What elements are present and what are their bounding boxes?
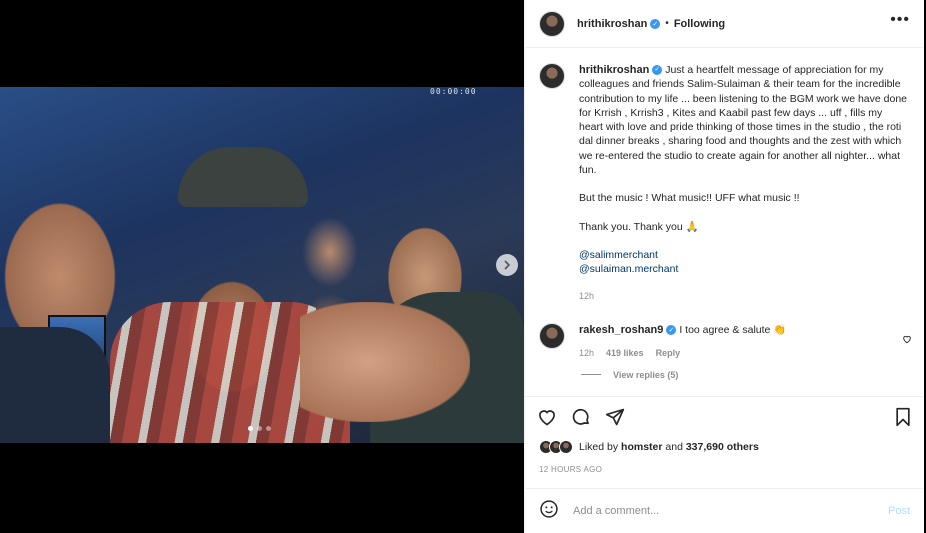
emoji-icon[interactable] <box>539 499 559 524</box>
likes-connector: and <box>665 441 683 453</box>
likes-others[interactable]: 337,690 others <box>686 441 759 453</box>
comment-text: I too agree & salute 👏 <box>679 323 787 336</box>
likes-summary: Liked by homster and 337,690 others <box>539 440 759 454</box>
post-details-panel: hrithikroshan ✓ • Following ••• hrithikr… <box>524 0 924 533</box>
comment-item: rakesh_roshan9 ✓ I too agree & salute 👏 1… <box>525 303 924 358</box>
commenter-avatar[interactable] <box>539 322 565 349</box>
liker-avatars <box>539 440 573 454</box>
cap-shape <box>178 147 308 207</box>
carousel-dot <box>266 426 271 431</box>
like-heart-icon[interactable] <box>537 407 557 427</box>
comment-line: rakesh_roshan9 ✓ I too agree & salute 👏 <box>579 323 786 336</box>
comment-like-icon[interactable] <box>902 331 912 349</box>
caption-text-2: But the music ! What music!! UFF what mu… <box>579 192 800 205</box>
carousel-dots <box>248 426 271 431</box>
post-media: 00:00:00 <box>0 0 524 533</box>
caption-paragraph: hrithikroshan ✓ Just a heartfelt message … <box>579 63 907 177</box>
post-header: hrithikroshan ✓ • Following ••• <box>525 0 924 48</box>
pointing-hand <box>300 302 470 422</box>
comment-reply-button[interactable]: Reply <box>656 348 681 358</box>
view-replies-button[interactable]: View replies (5) <box>525 370 924 380</box>
carousel-dot <box>257 426 262 431</box>
post-photo[interactable]: 00:00:00 <box>0 87 524 443</box>
header-separator: • <box>665 18 669 29</box>
liked-by-user[interactable]: homster <box>621 441 662 453</box>
caption-username[interactable]: hrithikroshan <box>579 64 649 76</box>
post-actions-bar <box>525 396 924 436</box>
caption-body: hrithikroshan ✓ Just a heartfelt message … <box>579 63 907 303</box>
caption-time[interactable]: 12h <box>579 289 907 303</box>
tag-link-sulaiman[interactable]: @sulaiman.merchant <box>579 262 907 276</box>
replies-line <box>581 374 601 376</box>
author-username[interactable]: hrithikroshan <box>577 18 647 30</box>
tag-link-salim[interactable]: @salimmerchant <box>579 248 907 262</box>
add-comment-bar: Post <box>525 488 924 533</box>
verified-badge-icon: ✓ <box>652 65 663 76</box>
post-timestamp[interactable]: 12 HOURS AGO <box>539 465 602 474</box>
following-button[interactable]: Following <box>674 18 725 30</box>
post-comment-button[interactable]: Post <box>888 505 910 517</box>
chevron-right-icon <box>504 260 511 270</box>
share-send-icon[interactable] <box>605 407 625 427</box>
comment-input[interactable] <box>573 505 888 517</box>
comment-likes[interactable]: 419 likes <box>606 348 644 358</box>
comments-list[interactable]: hrithikroshan ✓ Just a heartfelt message … <box>525 49 924 396</box>
carousel-next-button[interactable] <box>496 254 518 276</box>
more-options-icon[interactable]: ••• <box>890 12 910 28</box>
verified-badge-icon: ✓ <box>650 18 661 29</box>
view-replies-label: View replies (5) <box>613 369 679 380</box>
person-left-shirt <box>0 327 110 443</box>
caption-text-3: Thank you. Thank you 🙏 <box>579 220 699 233</box>
likes-prefix: Liked by <box>579 441 619 453</box>
author-avatar[interactable] <box>539 10 565 37</box>
carousel-dot <box>248 426 253 431</box>
caption-tags: @salimmerchant @sulaiman.merchant <box>579 248 907 277</box>
comment-bubble-icon[interactable] <box>571 407 591 427</box>
comment-content: rakesh_roshan9 ✓ I too agree & salute 👏 1… <box>579 323 786 358</box>
caption-avatar[interactable] <box>539 63 565 89</box>
commenter-username[interactable]: rakesh_roshan9 <box>579 324 663 336</box>
caption-text: Just a heartfelt message of appreciation… <box>579 64 908 177</box>
bookmark-icon[interactable] <box>894 407 912 427</box>
studio-clock: 00:00:00 <box>430 87 477 96</box>
liker-avatar[interactable] <box>559 440 573 454</box>
verified-badge-icon: ✓ <box>666 325 677 336</box>
comment-time[interactable]: 12h <box>579 348 594 358</box>
comment-meta: 12h 419 likes Reply <box>579 348 786 358</box>
post-caption: hrithikroshan ✓ Just a heartfelt message … <box>525 49 924 303</box>
